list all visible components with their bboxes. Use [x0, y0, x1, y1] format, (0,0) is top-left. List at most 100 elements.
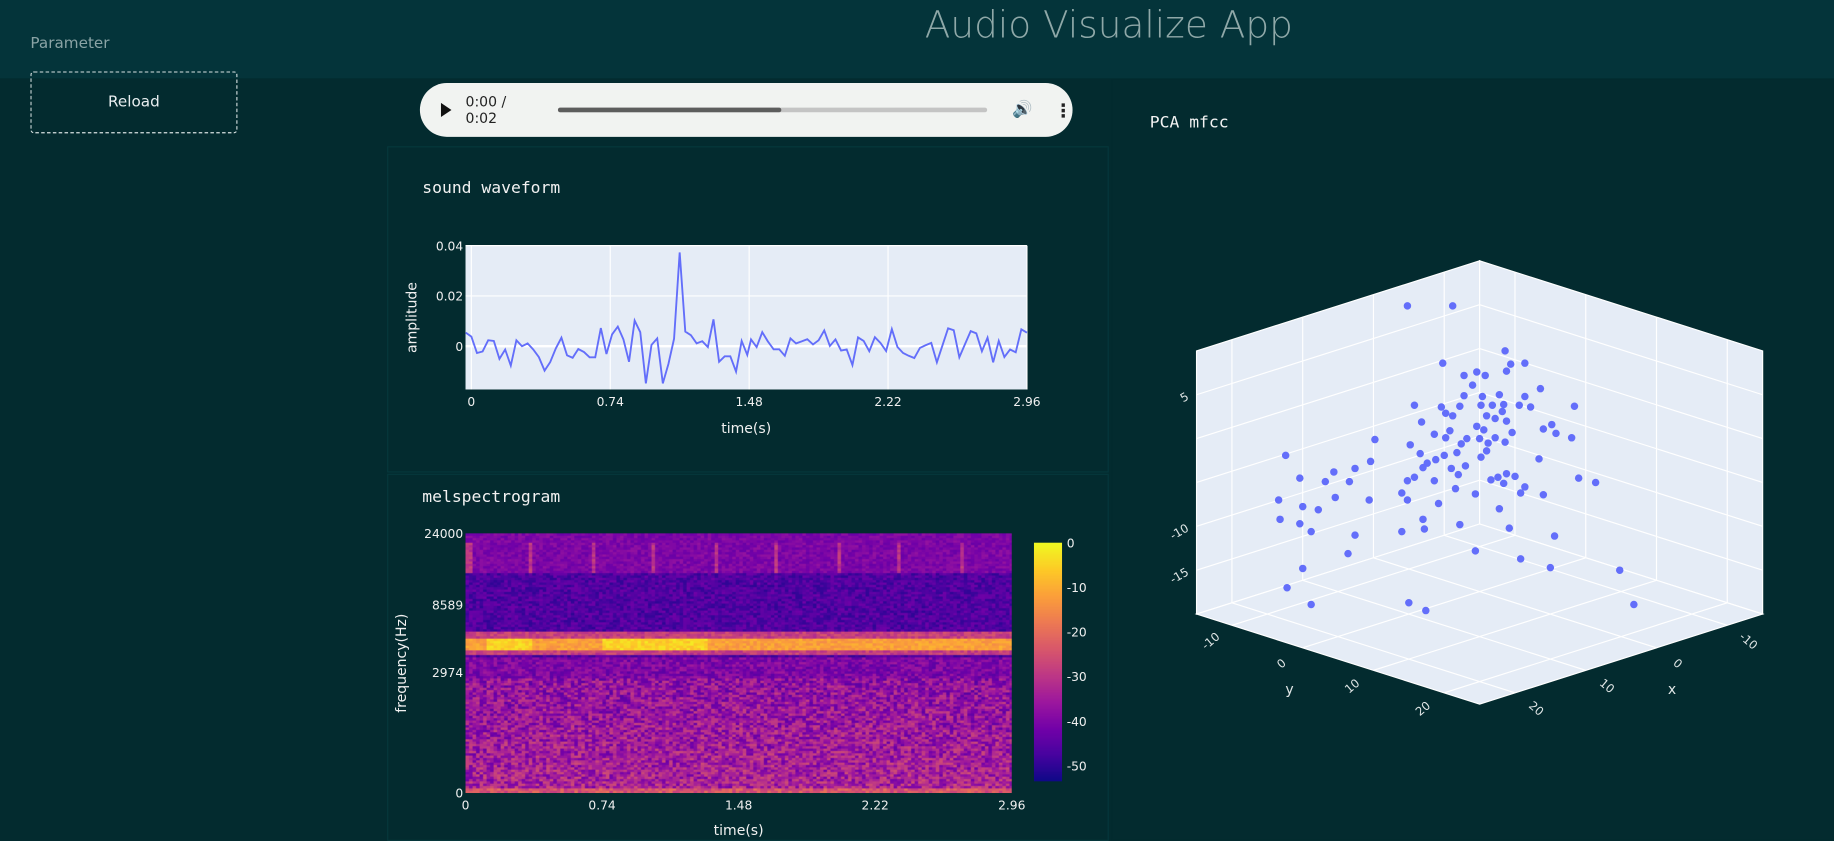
z-tick-label: -15 [1167, 565, 1191, 587]
y-tick-label: 8589 [432, 598, 463, 612]
scatter-point [1460, 391, 1468, 400]
scatter-point [1416, 449, 1424, 458]
scatter-point [1505, 524, 1514, 532]
scatter-point [1420, 525, 1429, 533]
colorbar-tick-label: -40 [1067, 715, 1087, 729]
scatter-point [1453, 448, 1461, 457]
y-tick-label: 0 [455, 787, 463, 801]
reload-button[interactable]: Reload [30, 71, 238, 134]
z-tick-label: -10 [1167, 521, 1191, 543]
x-tick-label: 0.74 [597, 395, 625, 409]
y-tick-label: 20 [1413, 698, 1433, 718]
scatter-point [1321, 477, 1330, 486]
scatter-point [1398, 527, 1406, 536]
x-tick-label: 2.96 [1013, 395, 1041, 409]
scatter-point [1567, 434, 1576, 442]
scatter-point [1495, 391, 1504, 399]
scatter-point [1501, 438, 1509, 446]
scatter-point [1552, 429, 1560, 438]
scatter-point [1475, 434, 1484, 443]
scatter-point [1502, 417, 1511, 425]
scatter-point [1546, 563, 1555, 572]
scatter-point [1491, 434, 1499, 442]
scatter-point [1307, 600, 1315, 609]
scatter-point [1419, 463, 1427, 472]
x-axis-title: time(s) [721, 421, 771, 437]
x-tick-label: 0 [1670, 656, 1685, 672]
z-tick-label: 5 [1178, 389, 1191, 405]
y-tick-label: 24000 [424, 527, 463, 541]
more-vertical-icon[interactable]: ⋮ [1054, 99, 1073, 121]
scatter-point [1454, 470, 1463, 479]
scatter-point [1398, 489, 1406, 497]
scatter-point [1516, 489, 1525, 497]
scatter-point [1481, 371, 1489, 380]
volume-icon[interactable]: 🔊 [1012, 101, 1032, 120]
page-title: Audio Visualize App [924, 2, 1293, 47]
x-tick-label: 2.96 [998, 798, 1026, 812]
scatter-point [1299, 564, 1307, 573]
y-tick-label: 0.02 [436, 290, 463, 304]
y-axis-title: y [1285, 682, 1293, 698]
scatter-point [1494, 473, 1502, 481]
scatter-point [1410, 473, 1419, 481]
scatter-point [1274, 496, 1283, 504]
scatter-point [1448, 302, 1457, 310]
scatter-point [1502, 469, 1511, 478]
scatter-point [1331, 493, 1340, 502]
scatter-point [1471, 490, 1480, 498]
scatter-point [1615, 566, 1624, 574]
scatter-point [1457, 440, 1465, 448]
scatter-point [1539, 491, 1548, 499]
play-icon[interactable] [440, 102, 452, 117]
scatter-point [1330, 468, 1338, 476]
scatter-point [1501, 347, 1509, 355]
scatter-point [1473, 368, 1481, 376]
scatter-point [1499, 479, 1508, 488]
scatter-point [1521, 392, 1529, 401]
scatter-point [1630, 600, 1638, 609]
scatter-point [1495, 505, 1504, 513]
scatter-point [1521, 483, 1529, 491]
scatter-point [1451, 484, 1460, 493]
scatter-point [1410, 401, 1419, 410]
scatter-point [1281, 451, 1290, 460]
y-axis-title: amplitude [404, 282, 420, 353]
colorbar-tick-label: -30 [1067, 670, 1087, 684]
scatter-point [1366, 457, 1375, 466]
waveform-chart: 0 0.74 1.48 2.22 2.96 0 0.02 0.04 time(s) amplitu… [404, 239, 1041, 437]
pca-scatter3d[interactable]: -10 0 10 20 -10 0 10 20 5 -10 -15 y x [1111, 78, 1834, 838]
scatter-point [1422, 606, 1430, 615]
x-tick-label: 20 [1526, 698, 1546, 718]
seek-bar[interactable] [557, 107, 987, 113]
scatter-point [1430, 476, 1439, 485]
scatter-point [1441, 434, 1450, 442]
scatter-point [1478, 392, 1487, 401]
scatter-point [1296, 520, 1304, 528]
scatter-point [1296, 474, 1304, 482]
scatter-point [1516, 555, 1525, 563]
scatter-point [1276, 515, 1284, 524]
audio-player[interactable]: 0:00 / 0:02 🔊 ⋮ [419, 83, 1073, 137]
scatter-point [1437, 403, 1446, 411]
scatter-point [1405, 598, 1413, 607]
scatter-point [1484, 439, 1492, 447]
plot-area [465, 245, 1027, 390]
y-tick-label: 2974 [432, 666, 463, 680]
colorbar-tick-label: 0 [1067, 536, 1075, 550]
x-tick-label: 1.48 [725, 798, 752, 812]
scatter-point [1314, 505, 1323, 514]
scatter-point [1439, 359, 1447, 367]
scatter-point [1299, 502, 1307, 511]
scatter-point [1473, 422, 1481, 431]
scatter-point [1447, 464, 1456, 473]
scatter-point [1431, 455, 1440, 464]
scatter-point [1536, 384, 1545, 393]
scatter-point [1570, 402, 1579, 410]
scatter-point [1548, 420, 1556, 429]
x-tick-label: 1.48 [735, 395, 762, 409]
time-display: 0:00 / 0:02 [465, 93, 507, 127]
sidebar-label: Parameter [30, 35, 110, 53]
scatter-point [1482, 447, 1491, 455]
scatter-point [1434, 499, 1443, 508]
